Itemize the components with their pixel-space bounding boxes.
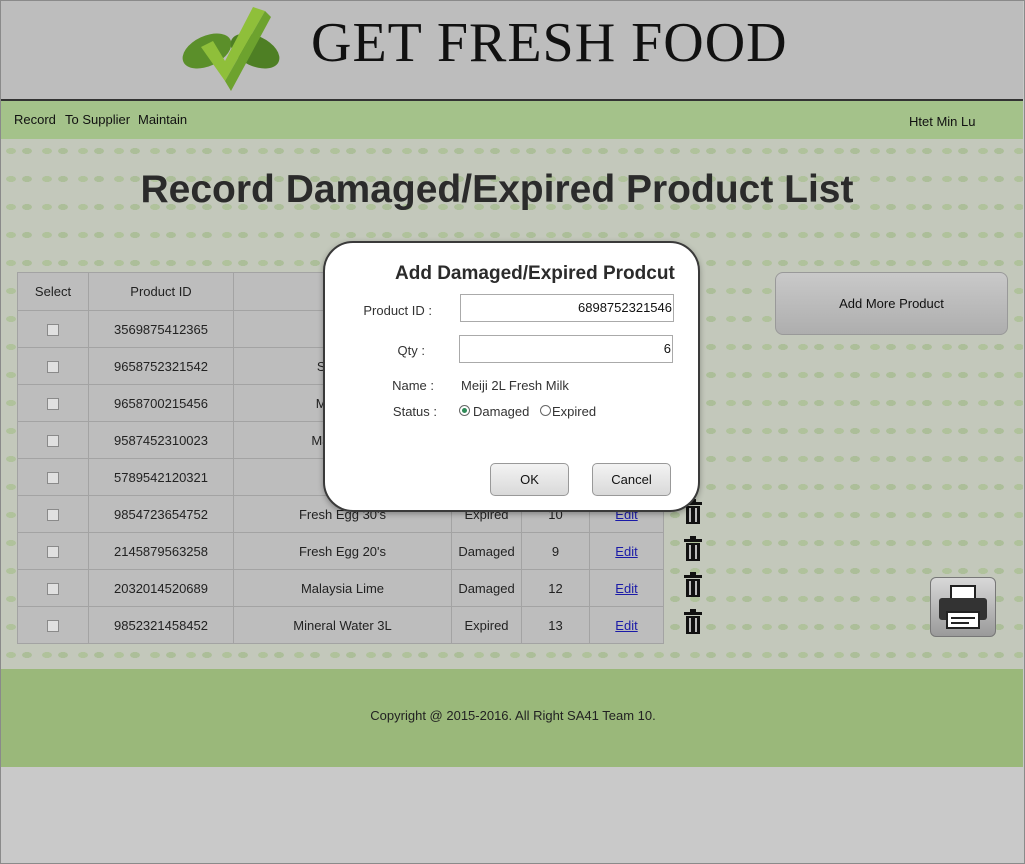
cell-product-id: 2032014520689 (88, 569, 234, 607)
print-button[interactable] (930, 577, 996, 637)
col-select-header: Select (17, 272, 89, 311)
cell-product-name: Fresh Egg 20's (233, 532, 452, 570)
trash-icon[interactable] (683, 536, 703, 562)
cell-product-id: 9658752321542 (88, 347, 234, 385)
qty-input[interactable]: 6 (459, 335, 673, 363)
header: GET FRESH FOOD (1, 1, 1023, 99)
nav-to-supplier[interactable]: To Supplier (65, 112, 130, 127)
cell-product-id: 9852321458452 (88, 606, 234, 644)
nav-bar: Record To Supplier Maintain Htet Min Lu (1, 101, 1023, 139)
status-damaged-label: Damaged (473, 404, 530, 419)
cell-status: Expired (451, 606, 522, 644)
row-checkbox[interactable] (47, 398, 59, 411)
table-row: 2032014520689 Malaysia Lime Damaged 12 E… (17, 569, 664, 607)
cell-product-id: 9587452310023 (88, 421, 234, 459)
edit-link[interactable]: Edit (615, 618, 637, 633)
user-name: Htet Min Lu (909, 114, 976, 129)
leaf-check-logo (182, 7, 280, 91)
name-label: Name : (392, 378, 434, 393)
product-id-label: Product ID : (363, 303, 432, 318)
table-row: 9852321458452 Mineral Water 3L Expired 1… (17, 606, 664, 644)
cell-product-id: 3569875412365 (88, 310, 234, 348)
trash-icon[interactable] (683, 572, 703, 598)
page-title: Record Damaged/Expired Product List (140, 168, 854, 211)
edit-link[interactable]: Edit (615, 544, 637, 559)
cell-status: Damaged (451, 569, 522, 607)
copyright-text: Copyright @ 2015-2016. All Right SA41 Te… (370, 708, 656, 723)
printer-icon (939, 585, 987, 629)
product-id-input[interactable]: 6898752321546 (460, 294, 674, 322)
brand-title: GET FRESH FOOD (311, 12, 788, 74)
cancel-button[interactable]: Cancel (592, 463, 671, 496)
ok-button[interactable]: OK (490, 463, 569, 496)
row-checkbox[interactable] (47, 435, 59, 448)
status-label: Status : (392, 404, 437, 419)
nav-record[interactable]: Record (14, 112, 56, 127)
dialog-title: Add Damaged/Expired Prodcut (395, 263, 675, 284)
row-checkbox[interactable] (47, 361, 59, 374)
cell-qty: 13 (521, 606, 590, 644)
edit-link[interactable]: Edit (615, 581, 637, 596)
cell-product-name: Mineral Water 3L (233, 606, 452, 644)
cell-status: Damaged (451, 532, 522, 570)
col-product-id-header: Product ID (88, 272, 234, 311)
status-expired-label: Expired (552, 404, 597, 419)
nav-maintain[interactable]: Maintain (138, 112, 187, 127)
row-checkbox[interactable] (47, 583, 59, 596)
cell-product-id: 9854723654752 (88, 495, 234, 533)
cell-qty: 9 (521, 532, 590, 570)
cell-product-id: 9658700215456 (88, 384, 234, 422)
row-checkbox[interactable] (47, 620, 59, 633)
status-damaged-radio[interactable] (459, 405, 470, 416)
cell-product-id: 5789542120321 (88, 458, 234, 496)
row-checkbox[interactable] (47, 324, 59, 337)
add-more-product-button[interactable]: Add More Product (775, 272, 1008, 335)
cell-product-id: 2145879563258 (88, 532, 234, 570)
cell-qty: 12 (521, 569, 590, 607)
row-checkbox[interactable] (47, 472, 59, 485)
row-checkbox[interactable] (47, 509, 59, 522)
status-expired-radio[interactable] (540, 405, 551, 416)
add-damaged-dialog: Add Damaged/Expired Prodcut Product ID :… (323, 241, 700, 512)
row-checkbox[interactable] (47, 546, 59, 559)
qty-label: Qty : (397, 343, 425, 358)
cell-product-name: Malaysia Lime (233, 569, 452, 607)
product-name-value: Meiji 2L Fresh Milk (461, 378, 569, 393)
table-row: 2145879563258 Fresh Egg 20's Damaged 9 E… (17, 532, 664, 570)
trash-icon[interactable] (683, 609, 703, 635)
